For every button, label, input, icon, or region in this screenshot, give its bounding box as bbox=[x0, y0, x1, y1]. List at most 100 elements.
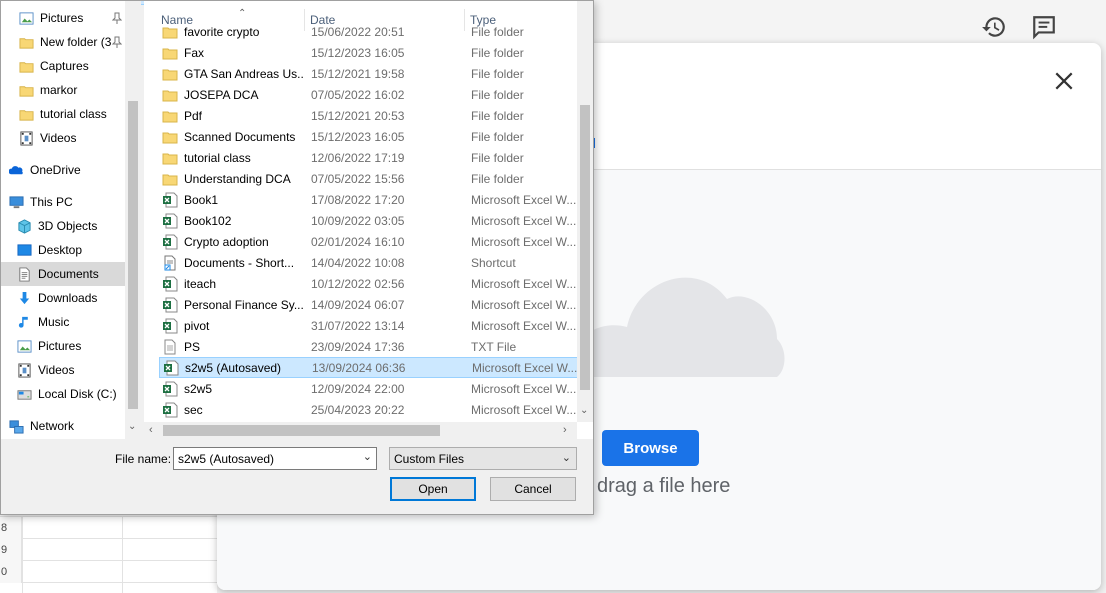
file-name-cell: s2w5 bbox=[162, 381, 304, 397]
file-row[interactable]: Book1 17/08/2022 17:20 Microsoft Excel W..… bbox=[159, 189, 578, 210]
file-row[interactable]: favorite crypto 15/06/2022 20:51 File fold… bbox=[159, 21, 578, 42]
nav-item-captures[interactable]: Captures bbox=[1, 54, 125, 78]
file-type: File folder bbox=[471, 87, 524, 102]
filename-input[interactable]: s2w5 (Autosaved) ⌄ bbox=[173, 447, 377, 470]
file-date: 15/12/2021 20:53 bbox=[311, 108, 405, 123]
nav-item-label: Pictures bbox=[38, 339, 82, 353]
nav-item-3d-objects[interactable]: 3D Objects bbox=[1, 214, 125, 238]
chevron-left-icon[interactable]: ‹ bbox=[149, 424, 153, 436]
chevron-down-icon[interactable]: ⌄ bbox=[363, 450, 372, 463]
nav-item-this-pc[interactable]: This PC bbox=[1, 190, 125, 214]
nav-item-videos-quick[interactable]: Videos bbox=[1, 126, 125, 150]
nav-item-new-folder-3[interactable]: New folder (3 bbox=[1, 30, 125, 54]
file-type: File folder bbox=[471, 66, 524, 81]
file-row[interactable]: Fax 15/12/2023 16:05 File folder bbox=[159, 42, 578, 63]
file-name-cell: favorite crypto bbox=[162, 24, 304, 40]
file-name: Personal Finance Sy... bbox=[184, 297, 304, 312]
nav-item-label: New folder (3 bbox=[40, 35, 112, 49]
nav-item-label: Local Disk (C:) bbox=[38, 387, 117, 401]
nav-item-desktop[interactable]: Desktop bbox=[1, 238, 125, 262]
file-type: Microsoft Excel W... bbox=[472, 360, 578, 375]
file-name-cell: s2w5 (Autosaved) bbox=[163, 360, 305, 376]
file-name: Crypto adoption bbox=[184, 234, 269, 249]
file-row[interactable]: GTA San Andreas Us... 15/12/2021 19:58 Fil… bbox=[159, 63, 578, 84]
close-icon[interactable] bbox=[1053, 70, 1075, 92]
chevron-down-icon[interactable]: ⌄ bbox=[128, 421, 136, 432]
nav-item-network[interactable]: Network bbox=[1, 414, 125, 438]
nav-item-markor[interactable]: markor bbox=[1, 78, 125, 102]
file-row[interactable]: JOSEPA DCA 07/05/2022 16:02 File folder bbox=[159, 84, 578, 105]
nav-item-documents[interactable]: Documents bbox=[1, 262, 125, 286]
file-date: 23/09/2024 17:36 bbox=[311, 339, 405, 354]
file-row[interactable]: s2w5 (Autosaved) 13/09/2024 06:36 Microsof… bbox=[159, 357, 578, 378]
file-row[interactable]: iteach 10/12/2022 02:56 Microsoft Excel W.… bbox=[159, 273, 578, 294]
file-row[interactable]: PS 23/09/2024 17:36 TXT File bbox=[159, 336, 578, 357]
folder-icon bbox=[19, 37, 34, 49]
file-list-hscrollbar[interactable]: ‹ › bbox=[144, 422, 577, 439]
file-date: 25/04/2023 20:22 bbox=[311, 402, 405, 417]
file-type: Microsoft Excel W... bbox=[471, 276, 577, 291]
nav-item-tutorial-class[interactable]: tutorial class bbox=[1, 102, 125, 126]
file-list-vscrollbar[interactable]: ⌄ bbox=[577, 1, 593, 422]
spreadsheet-background: 8 9 0 bbox=[0, 516, 217, 593]
nav-item-videos[interactable]: Videos bbox=[1, 358, 125, 382]
excel-file-icon bbox=[163, 213, 178, 228]
nav-item-onedrive[interactable]: OneDrive bbox=[1, 158, 125, 182]
folder-icon bbox=[162, 174, 178, 185]
browse-button[interactable]: Browse bbox=[602, 430, 699, 466]
file-row[interactable]: Understanding DCA 07/05/2022 15:56 File fo… bbox=[159, 168, 578, 189]
hscroll-thumb[interactable] bbox=[163, 425, 440, 436]
file-row[interactable]: Scanned Documents 15/12/2023 16:05 File fo… bbox=[159, 126, 578, 147]
downloads-icon bbox=[19, 291, 30, 304]
file-date: 15/12/2021 19:58 bbox=[311, 66, 405, 81]
file-name-cell: Book1 bbox=[162, 192, 304, 208]
file-name: sec bbox=[184, 402, 203, 417]
comment-icon[interactable] bbox=[1031, 14, 1057, 40]
excel-file-icon bbox=[163, 318, 178, 333]
file-row[interactable]: Crypto adoption 02/01/2024 16:10 Microsoft… bbox=[159, 231, 578, 252]
file-date: 31/07/2022 13:14 bbox=[311, 318, 405, 333]
file-name: Book1 bbox=[184, 192, 219, 207]
chevron-right-icon[interactable]: › bbox=[563, 424, 567, 436]
file-row[interactable]: Documents - Short... 14/04/2022 10:08 Shor… bbox=[159, 252, 578, 273]
file-row[interactable]: tutorial class 12/06/2022 17:19 File folde… bbox=[159, 147, 578, 168]
file-name-cell: Fax bbox=[162, 45, 304, 61]
nav-item-label: Desktop bbox=[38, 243, 83, 257]
file-row[interactable]: sec 25/04/2023 20:22 Microsoft Excel W... bbox=[159, 399, 578, 420]
open-button[interactable]: Open bbox=[390, 477, 476, 501]
nav-item-label: Videos bbox=[40, 131, 77, 145]
chevron-down-icon[interactable]: ⌄ bbox=[562, 451, 571, 464]
nav-item-label: Pictures bbox=[40, 11, 84, 25]
file-row[interactable]: Book102 10/09/2022 03:05 Microsoft Excel W… bbox=[159, 210, 578, 231]
file-type: File folder bbox=[471, 129, 524, 144]
file-name: Pdf bbox=[184, 108, 203, 123]
file-row[interactable]: pivot 31/07/2022 13:14 Microsoft Excel W..… bbox=[159, 315, 578, 336]
file-open-dialog: Pictures New folder (3 Captures markor t… bbox=[0, 0, 594, 515]
file-row[interactable]: Pdf 15/12/2021 20:53 File folder bbox=[159, 105, 578, 126]
nav-item-label: Network bbox=[30, 419, 75, 433]
filetype-select[interactable]: Custom Files ⌄ bbox=[389, 447, 577, 470]
file-list: Name ⌃ Date Type favorite crypto 15/06/20… bbox=[144, 1, 593, 439]
row-number: 0 bbox=[0, 561, 22, 583]
nav-item-music[interactable]: Music bbox=[1, 310, 125, 334]
file-row[interactable]: Personal Finance Sy... 14/09/2024 06:07 Mi… bbox=[159, 294, 578, 315]
nav-scrollbar[interactable]: ⌄ bbox=[125, 1, 141, 439]
file-row[interactable]: s2w5 12/09/2024 22:00 Microsoft Excel W... bbox=[159, 378, 578, 399]
file-name: tutorial class bbox=[184, 150, 251, 165]
music-icon bbox=[18, 316, 28, 328]
vscroll-thumb[interactable] bbox=[580, 105, 590, 390]
nav-item-local-disk[interactable]: Local Disk (C:) bbox=[1, 382, 125, 406]
pin-icon[interactable] bbox=[112, 36, 122, 48]
chevron-down-icon[interactable]: ⌄ bbox=[580, 405, 588, 416]
file-type: Microsoft Excel W... bbox=[471, 402, 577, 417]
history-icon[interactable] bbox=[981, 14, 1007, 40]
cancel-button[interactable]: Cancel bbox=[490, 477, 576, 501]
nav-item-pictures[interactable]: Pictures bbox=[1, 334, 125, 358]
file-type: File folder bbox=[471, 150, 524, 165]
file-name: Understanding DCA bbox=[184, 171, 291, 186]
nav-item-pictures-quick[interactable]: Pictures bbox=[1, 6, 125, 30]
nav-scroll-thumb[interactable] bbox=[128, 101, 138, 409]
nav-item-downloads[interactable]: Downloads bbox=[1, 286, 125, 310]
pin-icon[interactable] bbox=[112, 12, 122, 24]
file-name: Scanned Documents bbox=[184, 129, 296, 144]
